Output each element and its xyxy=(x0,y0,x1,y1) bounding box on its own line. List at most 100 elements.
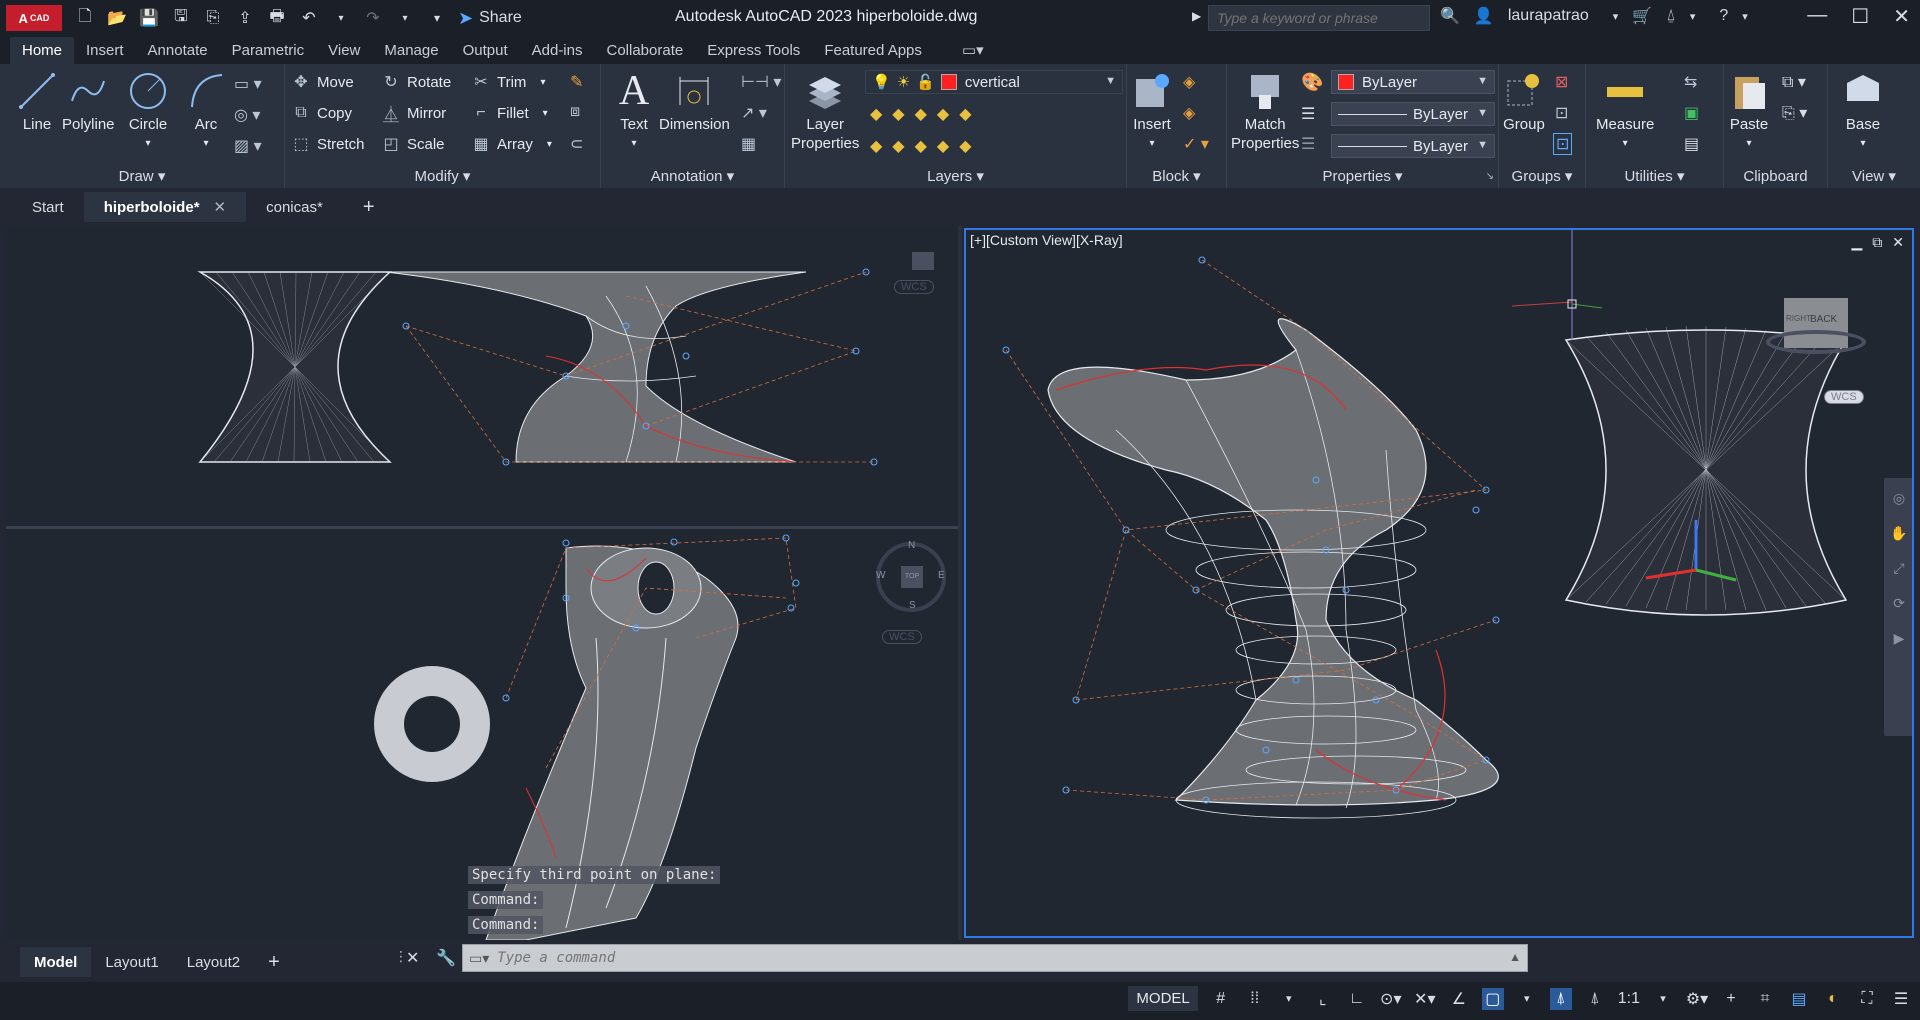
autodesk-a360-icon[interactable]: ⍙ xyxy=(1666,7,1676,25)
model-space-button[interactable]: MODEL xyxy=(1128,986,1198,1011)
command-close-icon[interactable]: ✕ xyxy=(406,948,419,968)
horizontal-splitter[interactable] xyxy=(6,526,960,529)
workspace-gear-icon[interactable]: ⚙▾ xyxy=(1686,988,1708,1010)
ribbon-tab[interactable]: Express Tools xyxy=(695,42,812,64)
view-panel-title[interactable]: View ▾ xyxy=(1828,167,1920,185)
wcs-menu-front[interactable]: WCS xyxy=(894,280,934,294)
app-logo[interactable]: A CAD xyxy=(6,5,62,31)
command-customize-icon[interactable]: 🔧 xyxy=(436,948,456,968)
layer-properties-button[interactable]: Layer Properties xyxy=(791,70,859,153)
file-tab-conicas[interactable]: conicas* xyxy=(246,192,343,222)
edit-attributes-icon[interactable]: ✓ ▾ xyxy=(1183,134,1209,154)
undo-dropdown-icon[interactable]: ▾ xyxy=(330,7,352,29)
linear-dimension-icon[interactable]: ⊢⊣ ▾ xyxy=(741,72,781,92)
modify-panel-title[interactable]: Modify ▾ xyxy=(285,167,600,185)
command-prompt-icon[interactable]: ▭▾ xyxy=(469,950,489,967)
object-snap-dropdown-icon[interactable]: ▾ xyxy=(1516,988,1538,1010)
match-properties-button[interactable]: Match Properties xyxy=(1231,70,1299,153)
isolate-objects-icon[interactable]: ◐ xyxy=(1822,988,1844,1010)
file-tab-hiperboloide[interactable]: hiperboloide* ✕ xyxy=(83,192,247,222)
close-icon[interactable]: ✕ xyxy=(1893,4,1910,29)
annotation-panel-title[interactable]: Annotation ▾ xyxy=(601,167,784,185)
search-icon[interactable]: 🔍 xyxy=(1440,6,1460,26)
open-file-icon[interactable]: 📂 xyxy=(106,7,128,29)
user-icon[interactable]: 👤 xyxy=(1474,6,1494,26)
annotation-monitor-icon[interactable]: + xyxy=(1720,988,1742,1010)
polyline-button[interactable]: Polyline xyxy=(62,70,115,134)
zoom-extents-icon[interactable]: ⤢ xyxy=(1893,560,1904,577)
viewcube-ring[interactable] xyxy=(1766,330,1866,354)
layout-tab-layout2[interactable]: Layout2 xyxy=(173,947,254,977)
ribbon-tab[interactable]: Manage xyxy=(372,42,450,64)
array-button[interactable]: ▦ Array ▾ xyxy=(471,134,551,154)
block-panel-title[interactable]: Block ▾ xyxy=(1127,167,1226,185)
user-dropdown-icon[interactable]: ▾ xyxy=(1613,10,1619,23)
viewport-front[interactable]: WCS xyxy=(6,226,960,526)
pan-icon[interactable]: ✋ xyxy=(1890,525,1907,542)
redo-icon[interactable]: ↷ xyxy=(362,7,384,29)
text-button[interactable]: A Text ▾ xyxy=(613,70,655,153)
wcs-menu-3d[interactable]: WCS xyxy=(1824,390,1864,404)
wcs-menu-top[interactable]: WCS xyxy=(882,630,922,644)
units-icon[interactable]: ⌗ xyxy=(1754,988,1776,1010)
linetype-dropdown[interactable]: ByLayer ▼ xyxy=(1331,102,1495,126)
viewcube-back-face[interactable]: BACK xyxy=(1810,314,1837,325)
move-button[interactable]: ✥ Move xyxy=(291,72,353,92)
minimize-icon[interactable]: — xyxy=(1807,4,1827,29)
copy-button[interactable]: ⧉ Copy xyxy=(291,103,352,123)
save-to-web-icon[interactable]: ⇪ xyxy=(234,7,256,29)
quick-properties-icon[interactable]: ▤ xyxy=(1788,988,1810,1010)
annotation-visibility-icon[interactable]: ⍋ xyxy=(1549,987,1572,1010)
edit-block-icon[interactable]: ◈ xyxy=(1183,103,1195,123)
user-name[interactable]: laurapatrao xyxy=(1508,7,1589,25)
object-snap-icon[interactable]: ▢ xyxy=(1481,987,1504,1010)
cut-clip-icon[interactable]: ⎘ ▾ xyxy=(1782,103,1807,123)
circle-button[interactable]: Circle ▾ xyxy=(127,70,169,153)
select-all-icon[interactable]: ▣ xyxy=(1684,103,1699,123)
ellipse-icon[interactable]: ◎ ▾ xyxy=(234,105,260,125)
rectangle-icon[interactable]: ▭ ▾ xyxy=(234,74,262,94)
erase-icon[interactable]: ✎ xyxy=(570,72,583,92)
layer-tools-row2-icons[interactable]: ◆◆◆◆◆ xyxy=(870,136,982,156)
plot-icon[interactable]: 🖶 xyxy=(266,7,288,29)
polar-tracking-icon[interactable]: ⊙▾ xyxy=(1380,988,1402,1010)
clipboard-panel-title[interactable]: Clipboard xyxy=(1724,168,1827,185)
add-layout-icon[interactable]: + xyxy=(254,947,294,977)
viewcube-top-face[interactable]: TOP xyxy=(901,566,923,588)
redo-dropdown-icon[interactable]: ▾ xyxy=(394,7,416,29)
line-button[interactable]: Line xyxy=(16,70,58,134)
ribbon-tab[interactable]: Insert xyxy=(74,42,136,64)
compass-east[interactable]: E xyxy=(938,570,945,581)
group-button[interactable]: Group xyxy=(1503,70,1545,134)
vertical-splitter[interactable] xyxy=(958,226,962,940)
viewport-minimize-icon[interactable]: ▁ xyxy=(1851,234,1862,251)
ribbon-tab[interactable]: Parametric xyxy=(220,42,317,64)
showmotion-icon[interactable]: ▶ xyxy=(1894,630,1905,647)
compass-west[interactable]: W xyxy=(876,570,885,581)
insert-block-button[interactable]: Insert ▾ xyxy=(1131,70,1173,153)
object-snap-tracking-icon[interactable]: ∠ xyxy=(1448,988,1470,1010)
fillet-button[interactable]: ⌐ Fillet ▾ xyxy=(471,103,547,123)
hatch-icon[interactable]: ▨ ▾ xyxy=(234,136,262,156)
lineweight-dropdown[interactable]: ByLayer ▼ xyxy=(1331,134,1495,158)
layer-dropdown[interactable]: 💡 ☀ 🔓 cvertical ▼ xyxy=(865,70,1123,94)
mirror-button[interactable]: ⏅ Mirror xyxy=(381,103,446,125)
layout-tab-layout1[interactable]: Layout1 xyxy=(91,947,172,977)
help-icon[interactable]: ? xyxy=(1719,7,1728,25)
color-dropdown[interactable]: ByLayer ▼ xyxy=(1331,70,1495,94)
ribbon-tab[interactable]: Featured Apps xyxy=(812,42,934,64)
measure-button[interactable]: Measure ▾ xyxy=(1596,70,1654,153)
infer-constraints-icon[interactable]: ⌞ xyxy=(1312,988,1334,1010)
compass-south[interactable]: S xyxy=(909,600,916,611)
create-block-icon[interactable]: ◈ xyxy=(1183,72,1195,92)
command-history-toggle-icon[interactable]: ▲ xyxy=(1509,950,1521,964)
maximize-icon[interactable]: ☐ xyxy=(1851,4,1869,29)
orbit-icon[interactable]: ⟳ xyxy=(1893,595,1905,612)
ribbon-tab[interactable]: Annotate xyxy=(136,42,220,64)
command-input[interactable] xyxy=(497,950,1398,966)
properties-panel-title[interactable]: Properties ▾ xyxy=(1227,167,1498,185)
viewport-restore-icon[interactable]: ⧉ xyxy=(1872,234,1882,251)
rotate-button[interactable]: ↻ Rotate xyxy=(381,72,451,92)
scale-dropdown-icon[interactable]: ▾ xyxy=(1652,988,1674,1010)
snap-dropdown-icon[interactable]: ▾ xyxy=(1278,988,1300,1010)
